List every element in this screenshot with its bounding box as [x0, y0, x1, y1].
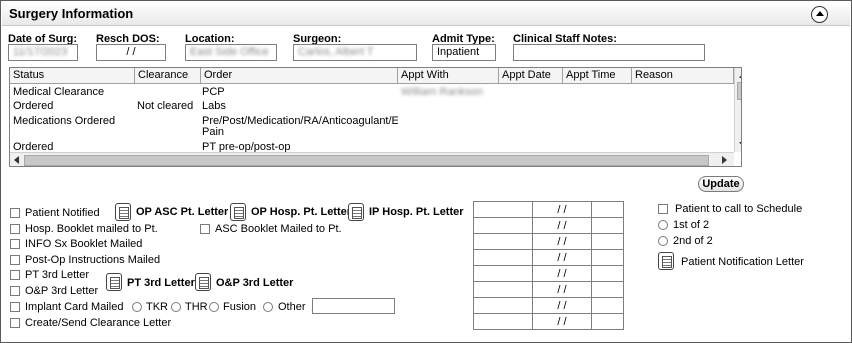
location-value: East Side Office — [190, 46, 269, 58]
date-table-row: / / — [473, 217, 624, 234]
date-table-row: / / — [473, 297, 624, 314]
row-clearance: Not cleared — [137, 100, 194, 112]
call-to-schedule-label: Patient to call to Schedule — [675, 203, 803, 215]
document-icon[interactable] — [195, 273, 211, 291]
column-header-appt-time[interactable]: Appt Time — [563, 68, 632, 84]
op-asc-letter-button[interactable]: OP ASC Pt. Letter — [136, 206, 228, 218]
second-of-2-radio[interactable] — [658, 236, 668, 246]
implant-option-thr: THR — [185, 301, 208, 313]
asc-booklet-checkbox[interactable] — [200, 224, 210, 234]
column-header-reason[interactable]: Reason — [632, 68, 734, 84]
surgeon-value: Carlos, Albert T — [298, 46, 374, 58]
asc-booklet-label: ASC Booklet Mailed to Pt. — [215, 223, 342, 235]
scroll-up-icon[interactable] — [739, 73, 741, 78]
update-button[interactable]: Update — [698, 176, 744, 192]
date-table-row: / / — [473, 233, 624, 250]
resch-dos-value: / / — [126, 46, 136, 58]
date-of-surg-value: 11/17/2023 — [13, 46, 68, 58]
column-header-appt-with[interactable]: Appt With — [398, 68, 499, 84]
staff-notes-field[interactable] — [513, 44, 705, 61]
date-table-row: / / — [473, 249, 624, 266]
pt-3rd-letter-button[interactable]: PT 3rd Letter — [127, 277, 195, 289]
location-field[interactable]: East Side Office — [185, 44, 277, 61]
vertical-scroll-thumb[interactable] — [737, 82, 741, 100]
implant-option-fusion: Fusion — [223, 301, 257, 313]
ip-hosp-letter-button[interactable]: IP Hosp. Pt. Letter — [369, 206, 464, 218]
patient-notified-checkbox[interactable] — [10, 208, 20, 218]
pt-3rd-letter-checkbox[interactable] — [10, 270, 20, 280]
surgery-information-panel: Surgery Information Date of Surg: 11/17/… — [0, 0, 852, 343]
surgeon-field[interactable]: Carlos, Albert T — [293, 44, 417, 61]
orders-grid: Status Clearance Order Appt With Appt Da… — [9, 67, 742, 167]
scroll-right-icon[interactable] — [722, 156, 727, 164]
create-clearance-checkbox[interactable] — [10, 318, 20, 328]
date-table-row: / / — [473, 265, 624, 282]
column-header-clearance[interactable]: Clearance — [135, 68, 201, 84]
document-icon[interactable] — [658, 252, 674, 270]
date-table-row: / / — [473, 201, 624, 218]
implant-radio-other[interactable] — [263, 302, 273, 312]
scroll-left-icon[interactable] — [14, 156, 19, 164]
panel-header: Surgery Information — [2, 2, 850, 26]
row-order: Labs — [202, 100, 226, 112]
op-hosp-letter-button[interactable]: OP Hosp. Pt. Letter — [251, 206, 351, 218]
scroll-down-icon[interactable] — [739, 142, 741, 147]
pt-3rd-letter-label: PT 3rd Letter — [25, 269, 89, 281]
row-order: Pre/Post/Medication/RA/Anticoagulant/E — [202, 115, 398, 127]
info-sx-booklet-label: INFO Sx Booklet Mailed — [25, 238, 143, 250]
document-icon[interactable] — [106, 273, 122, 291]
implant-radio-tkr[interactable] — [132, 302, 142, 312]
op-3rd-letter-checkbox[interactable] — [10, 286, 20, 296]
admit-type-value: Inpatient — [437, 46, 480, 58]
call-to-schedule-checkbox[interactable] — [658, 204, 668, 214]
implant-radio-thr[interactable] — [171, 302, 181, 312]
row-status: Ordered — [13, 100, 54, 112]
implant-option-tkr: TKR — [146, 301, 168, 313]
date-of-surg-field[interactable]: 11/17/2023 — [8, 44, 78, 61]
row-appt-with: William Rankson — [401, 86, 483, 98]
date-table-row: / / — [473, 281, 624, 298]
admit-type-field[interactable]: Inpatient — [432, 44, 496, 61]
document-icon[interactable] — [115, 203, 131, 221]
panel-title: Surgery Information — [9, 6, 134, 21]
implant-card-checkbox[interactable] — [10, 302, 20, 312]
op-3rd-letter-label: O&P 3rd Letter — [25, 285, 99, 297]
resch-dos-field[interactable]: / / — [96, 44, 166, 61]
patient-notification-letter-button[interactable]: Patient Notification Letter — [681, 256, 804, 268]
date-table-row: / / — [473, 313, 624, 330]
column-header-order[interactable]: Order — [201, 68, 398, 84]
column-header-status[interactable]: Status — [10, 68, 135, 84]
column-header-appt-date[interactable]: Appt Date — [499, 68, 563, 84]
info-sx-booklet-checkbox[interactable] — [10, 239, 20, 249]
implant-radio-fusion[interactable] — [209, 302, 219, 312]
post-op-checkbox[interactable] — [10, 255, 20, 265]
post-op-label: Post-Op Instructions Mailed — [25, 254, 161, 266]
horizontal-scroll-thumb[interactable] — [24, 155, 709, 166]
first-of-2-label: 1st of 2 — [673, 219, 710, 231]
first-of-2-radio[interactable] — [658, 220, 668, 230]
row-status: Medications Ordered — [13, 115, 116, 127]
date-table: / / / / / / / / / / / / / / / / — [473, 201, 624, 330]
collapse-up-icon[interactable] — [811, 6, 828, 23]
hosp-booklet-label: Hosp. Booklet mailed to Pt. — [25, 223, 158, 235]
grid-vertical-scrollbar[interactable] — [734, 68, 741, 152]
row-status: Medical Clearance — [13, 86, 105, 98]
implant-option-other: Other — [278, 301, 306, 313]
op-3rd-letter-button[interactable]: O&P 3rd Letter — [216, 277, 293, 289]
second-of-2-label: 2nd of 2 — [673, 235, 713, 247]
hosp-booklet-checkbox[interactable] — [10, 224, 20, 234]
row-order-continued: Pain — [202, 126, 225, 138]
row-order: PCP — [202, 86, 225, 98]
implant-card-label: Implant Card Mailed — [25, 301, 124, 313]
document-icon[interactable] — [348, 203, 364, 221]
document-icon[interactable] — [230, 203, 246, 221]
grid-horizontal-scrollbar[interactable] — [10, 152, 734, 166]
patient-notified-label: Patient Notified — [25, 207, 100, 219]
implant-other-input[interactable] — [312, 298, 395, 314]
create-clearance-label: Create/Send Clearance Letter — [25, 317, 172, 329]
